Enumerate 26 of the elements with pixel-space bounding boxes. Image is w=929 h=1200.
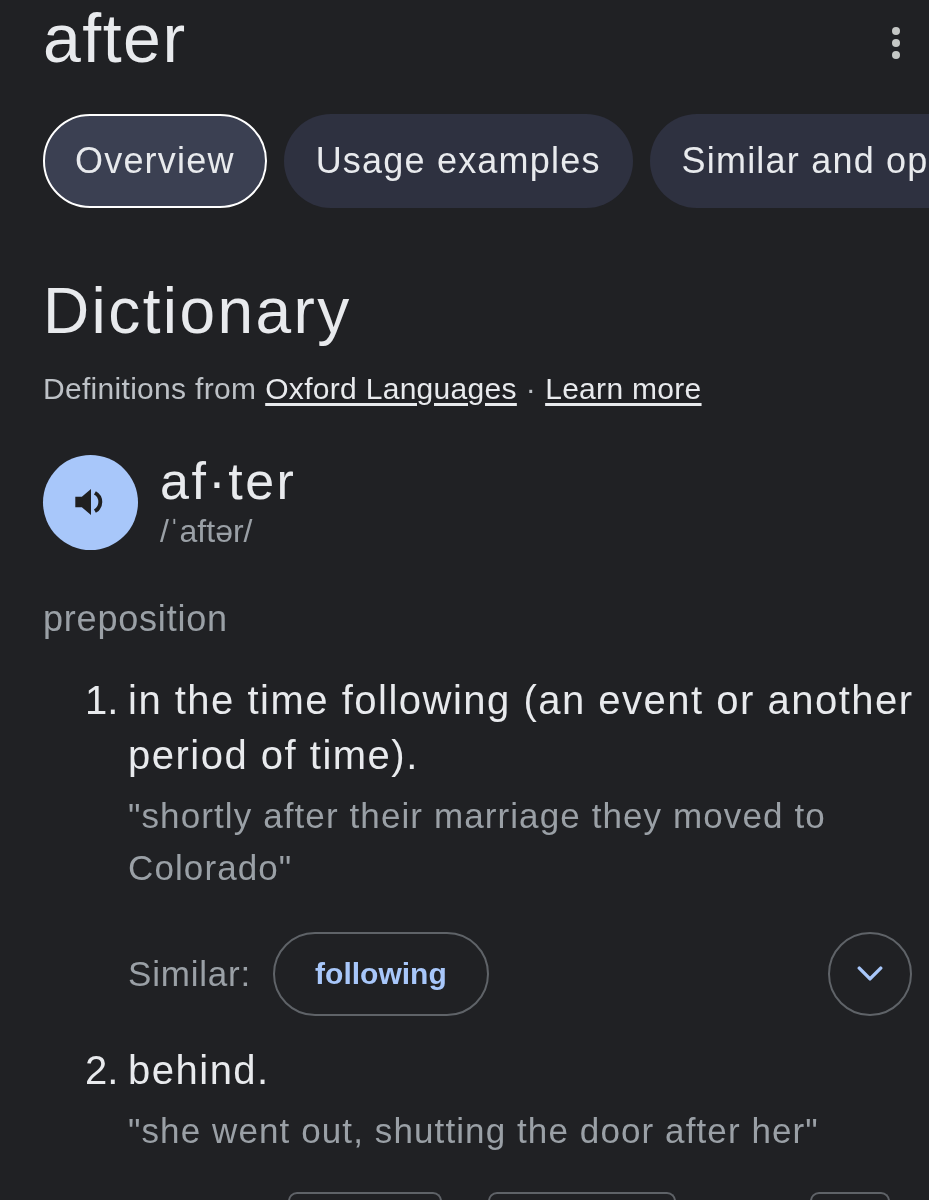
word-chip[interactable] [288, 1192, 442, 1200]
tab[interactable]: Overview [43, 114, 267, 208]
page-title: after [43, 4, 187, 72]
separator-dot: · [525, 372, 537, 407]
part-of-speech: preposition [43, 598, 229, 640]
chevron-down-icon [857, 966, 883, 982]
source-link[interactable]: Oxford Languages [265, 372, 517, 407]
definition-number: 2. [85, 1047, 120, 1094]
word-chip[interactable]: following [273, 932, 489, 1016]
expand-button[interactable] [810, 1192, 890, 1200]
usage-example: "she went out, shutting the door after her" [128, 1110, 820, 1152]
usage-example: "shortly after their marriage they moved to Colorado" [128, 795, 827, 889]
headword: af·ter [160, 454, 297, 509]
tab[interactable]: Similar and op [649, 114, 929, 208]
definition-number: 1. [85, 677, 120, 724]
similar-label: Similar: [128, 954, 252, 994]
definition-text: behind. [128, 1047, 271, 1094]
source-text: Definitions from [43, 372, 257, 407]
definition-text: in the time following (an event or another period of time). [128, 677, 915, 779]
word-chip[interactable] [488, 1192, 676, 1200]
tab[interactable]: Usage examples [283, 114, 633, 208]
learn-more-link[interactable]: Learn more [545, 372, 702, 407]
pronunciation: /ˈaftər/ [160, 513, 254, 550]
expand-button[interactable] [828, 932, 912, 1016]
more-options-icon[interactable] [891, 27, 901, 59]
section-heading: Dictionary [43, 276, 353, 347]
